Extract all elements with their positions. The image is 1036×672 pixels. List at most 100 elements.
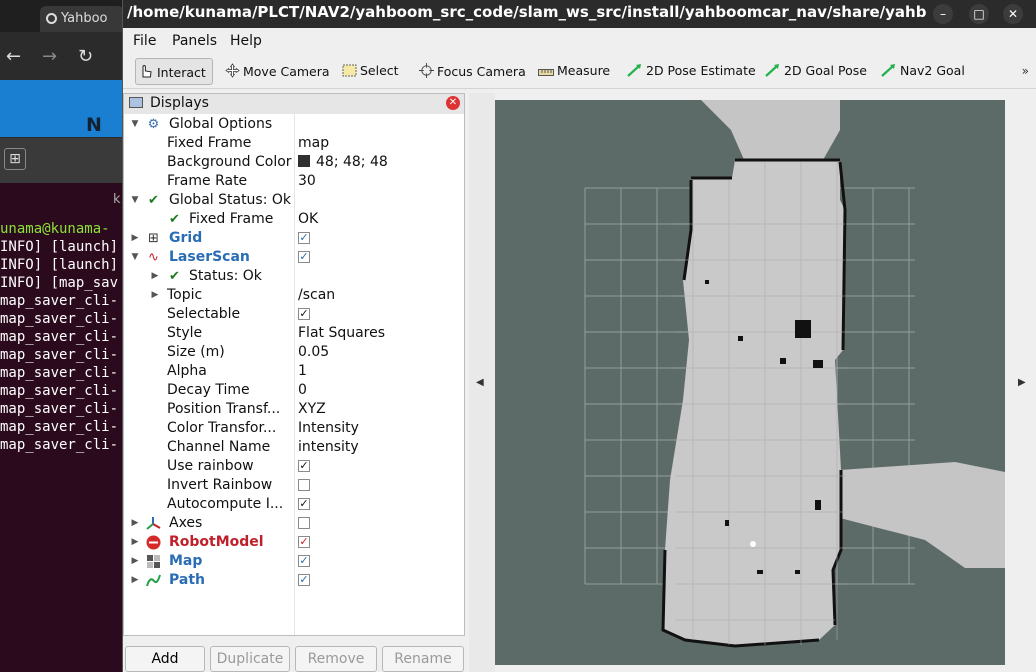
tree-row-position-transformer[interactable]: Position Transf... XYZ <box>124 400 464 419</box>
expand-arrow-icon[interactable]: ▶ <box>130 514 140 533</box>
background-color-text: 48; 48; 48 <box>316 154 388 170</box>
expand-arrow-icon[interactable]: ▶ <box>130 229 140 248</box>
axes-enabled-checkbox[interactable] <box>298 517 310 529</box>
tree-row-selectable[interactable]: Selectable ✓ <box>124 305 464 324</box>
select-label: Select <box>360 63 399 78</box>
toolbar-overflow-button[interactable]: » <box>1022 64 1029 78</box>
tree-row-color-transformer[interactable]: Color Transfor... Intensity <box>124 419 464 438</box>
terminal-text: INFO] [launch] <box>0 239 119 255</box>
tree-row-axes[interactable]: ▶ Axes <box>124 514 464 533</box>
color-transformer-value[interactable]: Intensity <box>298 419 359 438</box>
tree-row-background-color[interactable]: Background Color 48; 48; 48 <box>124 153 464 172</box>
expand-arrow-icon[interactable]: ▶ <box>130 533 140 552</box>
selectable-checkbox[interactable]: ✓ <box>298 308 310 320</box>
title-bar[interactable]: /home/kunama/PLCT/NAV2/yahboom_src_code/… <box>123 0 1036 28</box>
collapse-right-arrow-icon[interactable]: ▶ <box>1018 377 1026 388</box>
tree-row-fixed-frame-status[interactable]: ✔ Fixed Frame OK <box>124 210 464 229</box>
background-color-value[interactable]: 48; 48; 48 <box>298 153 388 172</box>
expand-arrow-icon[interactable]: ▶ <box>130 571 140 590</box>
menu-help[interactable]: Help <box>230 33 262 49</box>
color-swatch <box>298 155 310 167</box>
grid-icon: ⊞ <box>148 231 159 246</box>
duplicate-button[interactable]: Duplicate <box>210 646 290 672</box>
pose-estimate-tool[interactable]: 2D Pose Estimate <box>627 63 756 80</box>
collapse-arrow-icon[interactable]: ▼ <box>130 115 140 134</box>
tree-label: Fixed Frame <box>167 135 252 151</box>
forward-arrow-icon[interactable]: → <box>42 46 57 67</box>
tree-row-alpha[interactable]: Alpha 1 <box>124 362 464 381</box>
frame-rate-value[interactable]: 30 <box>298 172 316 191</box>
tree-row-laser-status[interactable]: ▶ ✔ Status: Ok <box>124 267 464 286</box>
tree-row-global-options[interactable]: ▼ ⚙ Global Options <box>124 115 464 134</box>
browser-tab[interactable]: Yahboo <box>40 6 124 32</box>
rename-button[interactable]: Rename <box>382 646 464 672</box>
tree-row-autocompute[interactable]: Autocompute I... ✓ <box>124 495 464 514</box>
tree-label: Size (m) <box>167 344 225 360</box>
tree-row-map[interactable]: ▶ Map ✓ <box>124 552 464 571</box>
minimize-button[interactable]: – <box>933 4 953 24</box>
interact-tool[interactable]: Interact <box>135 58 213 85</box>
tree-row-global-status[interactable]: ▼ ✔ Global Status: Ok <box>124 191 464 210</box>
measure-tool[interactable]: Measure <box>538 63 610 80</box>
tree-row-path[interactable]: ▶ Path ✓ <box>124 571 464 590</box>
tree-row-robotmodel[interactable]: ▶ RobotModel ✓ <box>124 533 464 552</box>
tree-row-use-rainbow[interactable]: Use rainbow ✓ <box>124 457 464 476</box>
nav2-goal-tool[interactable]: Nav2 Goal <box>881 63 965 80</box>
select-tool[interactable]: Select <box>342 63 399 80</box>
style-value[interactable]: Flat Squares <box>298 324 385 343</box>
use-rainbow-checkbox[interactable]: ✓ <box>298 460 310 472</box>
render-3d-view[interactable] <box>495 100 1005 665</box>
remove-button[interactable]: Remove <box>295 646 377 672</box>
move-arrows-icon <box>225 63 240 81</box>
displays-panel-header: Displays ✕ <box>124 94 464 114</box>
invert-rainbow-checkbox[interactable] <box>298 479 310 491</box>
collapse-arrow-icon[interactable]: ▼ <box>130 248 140 267</box>
tree-row-frame-rate[interactable]: Frame Rate 30 <box>124 172 464 191</box>
collapse-arrow-icon[interactable]: ▼ <box>130 191 140 210</box>
close-button[interactable]: ✕ <box>1003 4 1023 24</box>
robotmodel-enabled-checkbox[interactable]: ✓ <box>298 536 310 548</box>
alpha-value[interactable]: 1 <box>298 362 307 381</box>
map-enabled-checkbox[interactable]: ✓ <box>298 555 310 567</box>
add-button[interactable]: Add <box>125 646 205 672</box>
tree-row-decay-time[interactable]: Decay Time 0 <box>124 381 464 400</box>
tree-label: Global Status: Ok <box>169 192 292 208</box>
terminal-text: map_saver_cli- <box>0 419 119 435</box>
tree-row-invert-rainbow[interactable]: Invert Rainbow <box>124 476 464 495</box>
collapse-left-arrow-icon[interactable]: ◀ <box>476 377 484 388</box>
position-transformer-value[interactable]: XYZ <box>298 400 326 419</box>
maximize-button[interactable]: □ <box>969 4 989 24</box>
ruler-icon <box>538 65 554 80</box>
tree-row-channel-name[interactable]: Channel Name intensity <box>124 438 464 457</box>
expand-arrow-icon[interactable]: ▶ <box>150 286 160 305</box>
browser-tabbar: Yahboo <box>0 0 124 32</box>
tree-row-fixed-frame[interactable]: Fixed Frame map <box>124 134 464 153</box>
focus-camera-tool[interactable]: Focus Camera <box>419 63 526 81</box>
path-enabled-checkbox[interactable]: ✓ <box>298 574 310 586</box>
channel-name-value[interactable]: intensity <box>298 438 359 457</box>
decay-time-value[interactable]: 0 <box>298 381 307 400</box>
tree-row-size[interactable]: Size (m) 0.05 <box>124 343 464 362</box>
move-camera-tool[interactable]: Move Camera <box>225 63 330 81</box>
expand-arrow-icon[interactable]: ▶ <box>150 267 160 286</box>
goal-pose-tool[interactable]: 2D Goal Pose <box>765 63 867 80</box>
tree-row-style[interactable]: Style Flat Squares <box>124 324 464 343</box>
fixed-frame-value[interactable]: map <box>298 134 329 153</box>
tree-row-grid[interactable]: ▶ ⊞ Grid ✓ <box>124 229 464 248</box>
tree-row-laserscan[interactable]: ▼ ∿ LaserScan ✓ <box>124 248 464 267</box>
autocompute-checkbox[interactable]: ✓ <box>298 498 310 510</box>
menu-file[interactable]: File <box>133 33 156 49</box>
new-tab-icon[interactable]: ⊞ <box>4 148 26 170</box>
expand-arrow-icon[interactable]: ▶ <box>130 552 140 571</box>
reload-icon[interactable]: ↻ <box>78 46 93 67</box>
laserscan-enabled-checkbox[interactable]: ✓ <box>298 251 310 263</box>
size-value[interactable]: 0.05 <box>298 343 329 362</box>
tree-row-topic[interactable]: ▶ Topic /scan <box>124 286 464 305</box>
topic-value[interactable]: /scan <box>298 286 335 305</box>
menu-panels[interactable]: Panels <box>172 33 217 49</box>
grid-enabled-checkbox[interactable]: ✓ <box>298 232 310 244</box>
panel-close-icon[interactable]: ✕ <box>446 96 460 110</box>
back-arrow-icon[interactable]: ← <box>6 46 21 67</box>
terminal-text: map_saver_cli- <box>0 293 119 309</box>
terminal-text: map_saver_cli- <box>0 437 119 453</box>
